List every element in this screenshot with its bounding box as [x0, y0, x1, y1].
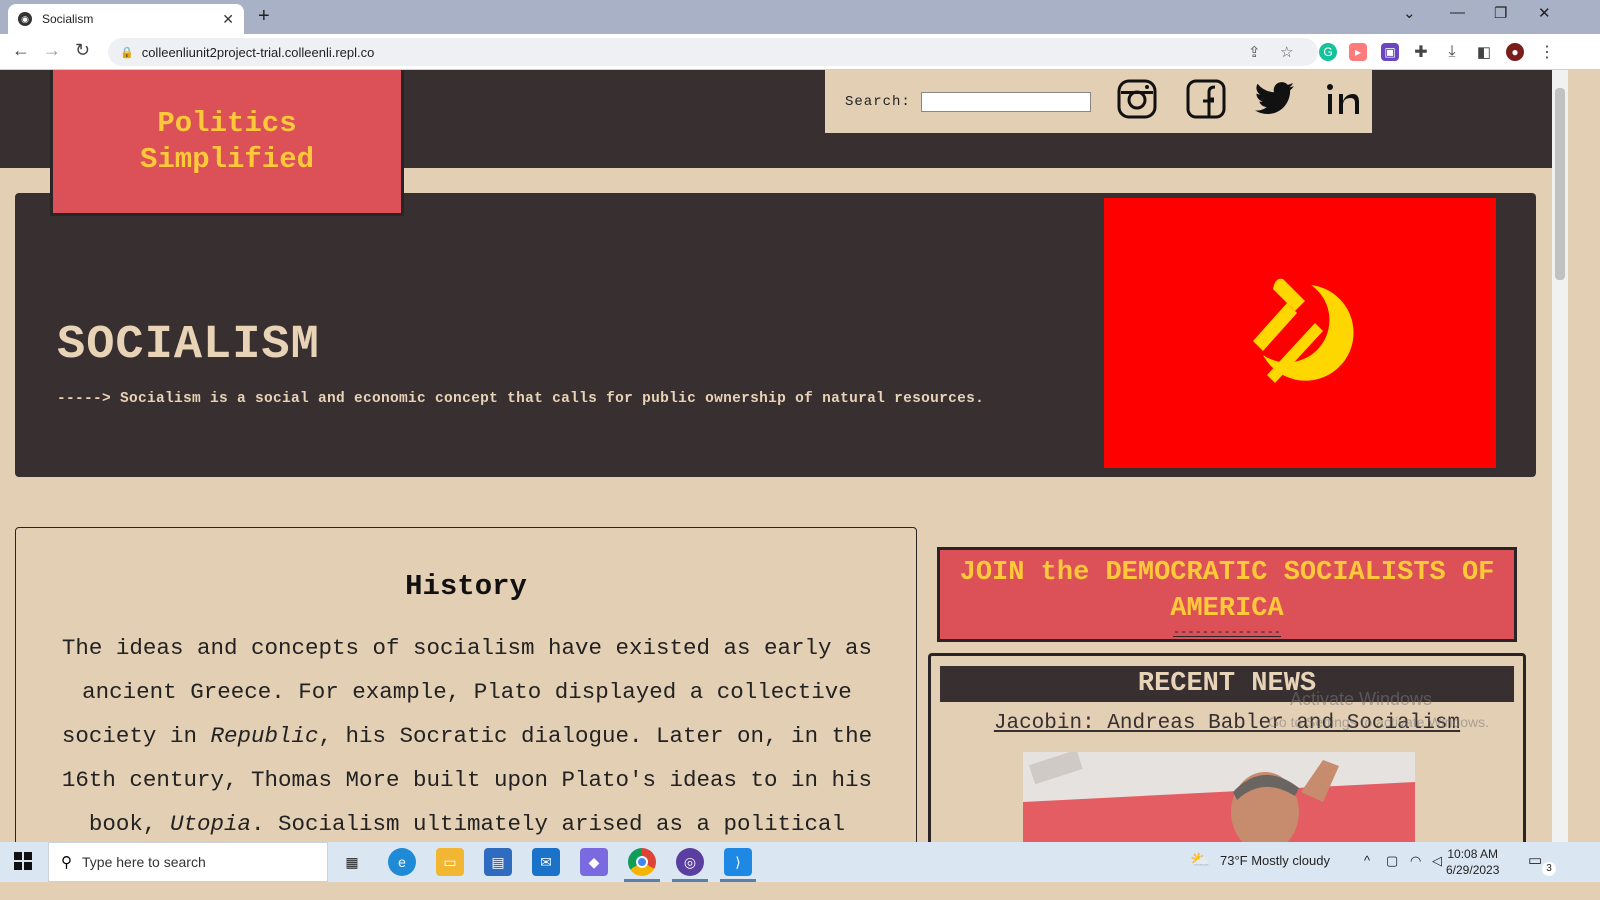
- twitter-icon[interactable]: [1254, 78, 1296, 120]
- new-tab-button[interactable]: +: [258, 5, 270, 28]
- search-label: Search:: [845, 93, 911, 110]
- side-panel-icon[interactable]: ◧: [1475, 43, 1493, 61]
- history-text-3: . Socialism ultimately arised as a polit…: [250, 811, 846, 837]
- back-button[interactable]: ←: [12, 40, 30, 61]
- github-active-indicator: [672, 879, 708, 882]
- puzzle-extensions-icon[interactable]: ✚: [1412, 43, 1430, 61]
- activate-windows-subtitle: Go to Settings to activate Windows.: [1268, 714, 1489, 730]
- join-dsa-text: JOIN the DEMOCRATIC SOCIALISTS OF AMERIC…: [959, 558, 1495, 624]
- recent-news-panel: RECENT NEWS Jacobin: Andreas Babler and …: [928, 653, 1526, 842]
- facebook-icon[interactable]: [1185, 78, 1227, 120]
- close-window-button[interactable]: ✕: [1538, 4, 1551, 22]
- globe-icon: ◉: [18, 12, 32, 26]
- hero-banner: SOCIALISM -----> Socialism is a social a…: [15, 193, 1536, 477]
- news-article-image[interactable]: [1023, 752, 1415, 842]
- page-title: SOCIALISM: [57, 319, 320, 372]
- browser-toolbar: ← → ↻ 🔒 colleenliunit2project-trial.coll…: [0, 34, 1600, 70]
- notification-count: 3: [1542, 862, 1556, 876]
- tab-search-icon[interactable]: ⌄: [1403, 4, 1416, 22]
- github-desktop-icon[interactable]: ◎: [676, 848, 704, 876]
- show-hidden-icons-icon[interactable]: ^: [1364, 853, 1370, 868]
- menu-kebab-icon[interactable]: ⋮: [1538, 43, 1556, 61]
- join-dsa-link[interactable]: ---------------: [940, 625, 1514, 639]
- address-bar[interactable]: 🔒 colleenliunit2project-trial.colleenli.…: [108, 38, 1318, 66]
- restore-button[interactable]: ❐: [1494, 4, 1507, 22]
- clock-time: 10:08 AM: [1447, 847, 1499, 861]
- minimize-button[interactable]: —: [1450, 4, 1465, 21]
- chrome-active-indicator: [624, 879, 660, 882]
- teams-icon[interactable]: ◆: [580, 848, 608, 876]
- file-explorer-icon[interactable]: ▭: [436, 848, 464, 876]
- grammarly-extension-icon[interactable]: G: [1319, 43, 1337, 61]
- hammer-sickle-icon: [1253, 278, 1354, 383]
- taskbar-search-placeholder: Type here to search: [82, 854, 206, 870]
- soviet-flag-image: [1104, 198, 1496, 468]
- hero-subtitle: -----> Socialism is a social and economi…: [57, 391, 985, 407]
- history-paragraph: The ideas and concepts of socialism have…: [43, 626, 891, 842]
- reload-button[interactable]: ↻: [75, 40, 90, 61]
- activate-windows-title: Activate Windows: [1290, 689, 1433, 709]
- linkedin-icon[interactable]: [1323, 78, 1365, 120]
- vscode-icon[interactable]: ⟩: [724, 848, 752, 876]
- instagram-icon[interactable]: [1116, 78, 1158, 120]
- record-extension-icon[interactable]: ▸: [1349, 43, 1367, 61]
- download-icon[interactable]: ⤓: [1443, 43, 1461, 61]
- windows-taskbar: ⚲ Type here to search ▦ e ▭ ▤ ✉ ◆ ◎ ⟩ ⛅ …: [0, 842, 1600, 882]
- share-icon[interactable]: ⇪: [1248, 43, 1261, 61]
- search-panel: Search:: [825, 70, 1372, 133]
- scrollbar-thumb[interactable]: [1555, 88, 1565, 280]
- lock-icon: 🔒: [120, 46, 134, 59]
- site-logo-text: Politics Simplified: [139, 106, 315, 176]
- task-view-icon[interactable]: ▦: [338, 848, 366, 876]
- history-em-republic: Republic: [210, 723, 319, 749]
- notification-icon[interactable]: ▭: [1528, 851, 1542, 869]
- search-input[interactable]: [920, 91, 1091, 112]
- taskbar-search-box[interactable]: ⚲ Type here to search: [48, 842, 328, 882]
- mail-icon[interactable]: ✉: [532, 848, 560, 876]
- close-tab-icon[interactable]: ✕: [222, 11, 234, 28]
- bookmark-star-icon[interactable]: ☆: [1280, 43, 1293, 61]
- windows-start-icon[interactable]: [14, 852, 32, 875]
- volume-icon[interactable]: ◁: [1432, 853, 1442, 869]
- edge-icon[interactable]: e: [388, 848, 416, 876]
- taskbar-clock[interactable]: 10:08 AM 6/29/2023: [1446, 846, 1499, 878]
- history-section: History The ideas and concepts of social…: [15, 527, 917, 842]
- network-icon[interactable]: ◠: [1410, 853, 1421, 869]
- forward-button[interactable]: →: [43, 40, 61, 61]
- join-dsa-banner[interactable]: JOIN the DEMOCRATIC SOCIALISTS OF AMERIC…: [937, 547, 1517, 642]
- weather-icon[interactable]: ⛅: [1190, 850, 1210, 870]
- extension-icon[interactable]: ▣: [1381, 43, 1399, 61]
- weather-text[interactable]: 73°F Mostly cloudy: [1220, 853, 1330, 868]
- site-logo[interactable]: Politics Simplified: [50, 70, 404, 216]
- vscode-active-indicator: [720, 879, 756, 882]
- clock-date: 6/29/2023: [1446, 863, 1500, 877]
- history-heading: History: [405, 570, 527, 603]
- page-scrollbar[interactable]: [1552, 70, 1568, 842]
- tab-title: Socialism: [42, 12, 94, 26]
- meet-now-icon[interactable]: ▢: [1386, 853, 1398, 869]
- browser-tabbar: ◉ Socialism ✕ + ⌄ — ❐ ✕: [0, 0, 1600, 34]
- microsoft-store-icon[interactable]: ▤: [484, 848, 512, 876]
- chrome-icon[interactable]: [628, 848, 656, 876]
- profile-avatar[interactable]: ●: [1506, 43, 1524, 61]
- search-icon: ⚲: [61, 854, 72, 871]
- browser-tab[interactable]: ◉ Socialism ✕: [8, 4, 244, 34]
- url-text: colleenliunit2project-trial.colleenli.re…: [141, 44, 375, 60]
- history-em-utopia: Utopia: [169, 811, 251, 837]
